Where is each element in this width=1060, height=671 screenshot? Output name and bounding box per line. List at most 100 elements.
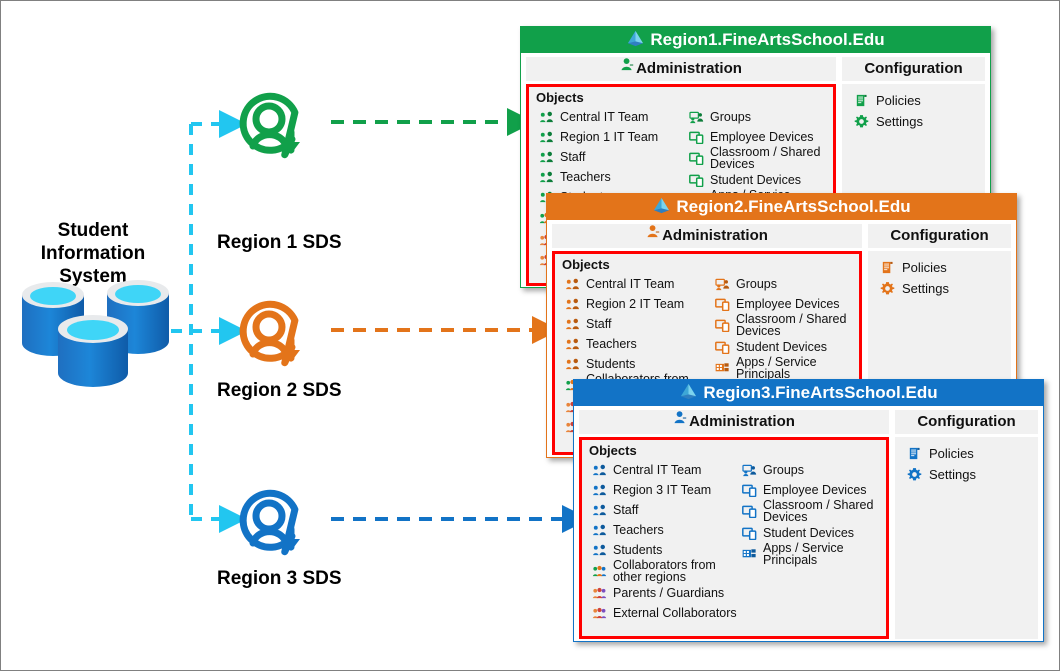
config-item-policies-region1[interactable]: Policies [842,90,985,111]
admin-header-region1[interactable]: Administration [526,57,836,81]
sds-sync-user-icon-region2 [239,300,300,367]
group-users-icon [536,148,556,166]
sis-title-line-2: Information [40,243,146,264]
object-item[interactable]: Groups [686,107,833,127]
config-header-region2[interactable]: Configuration [868,224,1011,248]
object-item[interactable]: Employee Devices [712,294,859,314]
device-icon [739,503,759,521]
window-region3[interactable]: Region3.FineArtsSchool.Edu Administratio… [573,379,1044,642]
object-item[interactable]: Students [589,540,739,560]
groups-icon [739,461,759,479]
object-item[interactable]: Central IT Team [562,274,712,294]
groups-icon [686,108,706,126]
config-item-label: Policies [929,446,974,461]
object-label: Region 1 IT Team [560,129,659,144]
device-icon [686,150,706,168]
object-label: Classroom / Shared Devices [710,145,821,171]
gear-icon [877,280,897,298]
object-item[interactable]: Staff [536,147,686,167]
object-label: Classroom / Shared Devices [736,312,847,338]
object-item[interactable]: Employee Devices [739,480,886,500]
object-label: Central IT Team [586,276,675,291]
group-users-icon [562,335,582,353]
object-item[interactable]: Region 2 IT Team [562,294,712,314]
object-item[interactable]: Groups [739,460,886,480]
object-item[interactable]: Staff [589,500,739,520]
object-item[interactable]: Student Devices [739,523,886,543]
object-label: Employee Devices [763,482,867,497]
config-panel-region3: Policies Settings [895,437,1038,639]
admin-user-icon [620,56,635,80]
object-item[interactable]: Apps / Service Principals [739,542,886,566]
object-item[interactable]: Classroom / Shared Devices [686,145,833,171]
admin-header-label-region3: Administration [689,413,795,430]
group-users-icon [562,315,582,333]
object-item[interactable]: Classroom / Shared Devices [712,312,859,338]
object-item[interactable]: Central IT Team [589,460,739,480]
object-label: Employee Devices [736,296,840,311]
object-label: Region 3 IT Team [613,482,712,497]
gear-icon [904,466,924,484]
object-item[interactable]: Parents / Guardians [589,583,739,603]
config-item-label: Settings [929,467,976,482]
config-item-policies-region2[interactable]: Policies [868,257,1011,278]
device-icon [712,295,732,313]
objects-label-region1: Objects [536,90,584,105]
object-item[interactable]: Student Devices [686,170,833,190]
object-item[interactable]: Teachers [536,167,686,187]
admin-header-region3[interactable]: Administration [579,410,889,434]
admin-user-icon [673,409,688,433]
object-item[interactable]: Students [562,354,712,374]
config-header-region1[interactable]: Configuration [842,57,985,81]
object-label: Employee Devices [710,129,814,144]
config-item-settings-region1[interactable]: Settings [842,111,985,132]
admin-user-icon [646,223,661,247]
sis-title-line-1: Student [57,220,129,241]
object-item[interactable]: Groups [712,274,859,294]
object-label: Parents / Guardians [613,585,725,600]
object-item[interactable]: Student Devices [712,337,859,357]
groups-icon [712,275,732,293]
object-label: Central IT Team [613,462,702,477]
object-label: Staff [560,149,586,164]
object-label: Region 2 IT Team [586,296,685,311]
config-item-label: Settings [902,281,949,296]
collaborators-icon [589,563,609,581]
group-users-icon [536,168,556,186]
object-item[interactable]: Central IT Team [536,107,686,127]
config-item-policies-region3[interactable]: Policies [895,443,1038,464]
policies-scroll-icon [851,92,871,110]
gear-icon [851,113,871,131]
group-users-icon [562,275,582,293]
config-header-label-region1: Configuration [864,60,963,77]
object-item[interactable]: Region 1 IT Team [536,127,686,147]
object-item[interactable]: Apps / Service Principals [712,356,859,380]
group-users-icon [536,128,556,146]
object-label: Student Devices [710,172,802,187]
objects-label-region2: Objects [562,257,610,272]
config-item-settings-region2[interactable]: Settings [868,278,1011,299]
parents-icon [589,584,609,602]
object-label: Students [613,542,663,557]
object-item[interactable]: Region 3 IT Team [589,480,739,500]
config-item-settings-region3[interactable]: Settings [895,464,1038,485]
object-label: Central IT Team [560,109,649,124]
diagram-canvas: Student Information System Region 1 SDS … [0,0,1060,671]
window-title-text-region1: Region1.FineArtsSchool.Edu [650,30,885,49]
object-label: Collaborators from other regions [613,558,716,584]
admin-header-region2[interactable]: Administration [552,224,862,248]
object-item[interactable]: Teachers [589,520,739,540]
config-item-label: Settings [876,114,923,129]
window-titlebar-region1: Region1.FineArtsSchool.Edu [521,27,990,53]
object-item[interactable]: Staff [562,314,712,334]
object-item[interactable]: Collaborators from other regions [589,558,739,584]
group-users-icon [589,521,609,539]
object-label: External Collaborators [613,605,737,620]
object-item[interactable]: Employee Devices [686,127,833,147]
object-item[interactable]: Teachers [562,334,712,354]
objects-right-column-region3: Groups Employee Devices Classroom / Shar… [739,460,886,623]
group-users-icon [562,295,582,313]
object-item[interactable]: External Collaborators [589,603,739,623]
object-item[interactable]: Classroom / Shared Devices [739,499,886,523]
config-header-region3[interactable]: Configuration [895,410,1038,434]
